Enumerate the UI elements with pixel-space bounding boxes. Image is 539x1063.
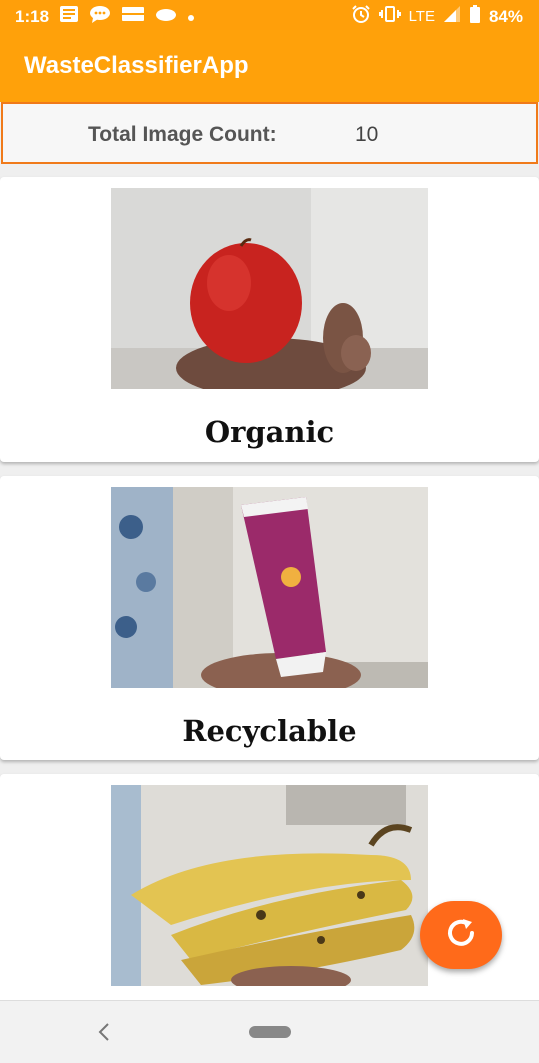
- app-title: WasteClassifierApp: [24, 52, 249, 79]
- total-count-panel: Total Image Count: 10: [1, 102, 538, 164]
- battery-level: 84%: [488, 6, 523, 26]
- back-icon[interactable]: [96, 1021, 112, 1048]
- result-card-recyclable[interactable]: Recyclable: [0, 476, 539, 760]
- card-label-recyclable: Recyclable: [182, 714, 357, 748]
- card-label-organic: Organic: [204, 415, 335, 449]
- system-nav-bar: [0, 1000, 539, 1063]
- alarm-icon: [351, 5, 371, 28]
- status-right: LTE 84%: [351, 5, 523, 28]
- cloud-icon: [155, 6, 177, 27]
- refresh-button[interactable]: [420, 901, 502, 969]
- notes-icon: [59, 5, 79, 28]
- apple-photo: [111, 188, 428, 389]
- chat-icon: [89, 5, 111, 28]
- signal-icon: [443, 5, 461, 28]
- home-pill-icon[interactable]: [248, 1025, 292, 1044]
- network-label: LTE: [408, 8, 435, 25]
- toothpaste-tube-photo: [111, 487, 428, 688]
- status-bar: 1:18 LTE 84%: [0, 0, 539, 30]
- vibrate-icon: [378, 5, 401, 28]
- status-time: 1:18: [15, 6, 50, 26]
- total-count-value: 10: [355, 123, 379, 146]
- bananas-photo: [111, 785, 428, 986]
- total-count-label: Total Image Count:: [88, 123, 277, 146]
- result-card-organic[interactable]: Organic: [0, 177, 539, 462]
- app-bar: WasteClassifierApp: [0, 30, 539, 102]
- dot-icon: [187, 7, 195, 27]
- status-left: 1:18: [15, 5, 195, 28]
- battery-icon: [469, 5, 481, 28]
- card-icon: [121, 5, 145, 28]
- refresh-icon: [443, 915, 479, 956]
